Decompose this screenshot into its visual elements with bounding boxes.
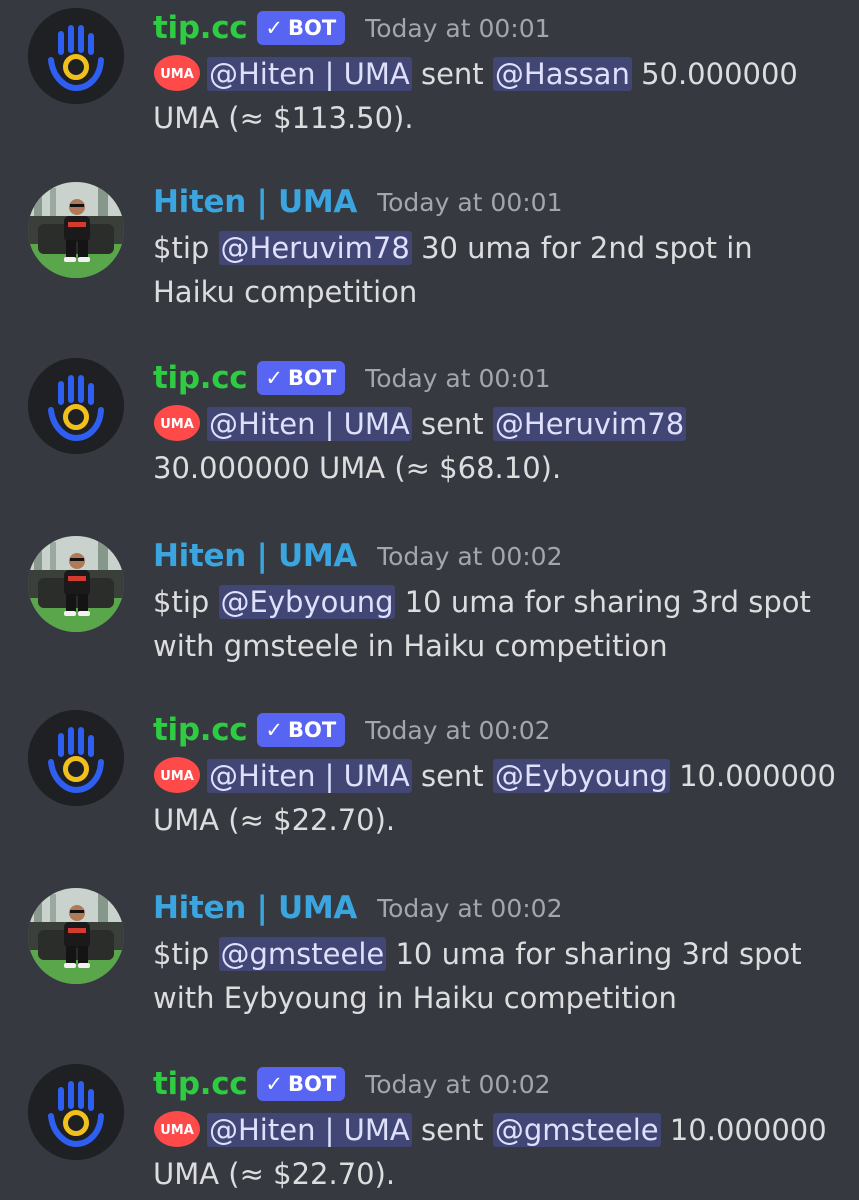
tip-amount: 10.000000 [679,759,836,793]
message-content: @Hiten | UMA sent @Heruvim78 30.000000 U… [153,402,843,490]
bot-tag: ✓ BOT [257,361,346,395]
user-mention[interactable]: @Eybyoung [218,585,396,619]
timestamp[interactable]: Today at 00:02 [377,894,562,923]
author-name[interactable]: tip.cc [153,10,248,46]
tipcc-hand-icon [28,1064,124,1160]
bot-tag-label: BOT [287,16,337,40]
verified-check-icon: ✓ [265,718,283,742]
verified-check-icon: ✓ [265,1072,283,1096]
author-name[interactable]: tip.cc [153,712,248,748]
user-photo [28,536,124,632]
message-content: @Hiten | UMA sent @gmsteele 10.000000 UM… [153,1108,843,1196]
user-photo [28,888,124,984]
tip-command: $tip [153,585,210,619]
message-header: Hiten | UMA Today at 00:02 [153,888,562,928]
user-mention[interactable]: @gmsteele [218,937,387,971]
recipient-mention[interactable]: @Hassan [492,57,632,91]
recipient-mention[interactable]: @Eybyoung [492,759,670,793]
tipcc-hand-icon [28,358,124,454]
uma-logo [153,54,201,92]
message-header: Hiten | UMA Today at 00:02 [153,536,562,576]
bot-tag: ✓ BOT [257,713,346,747]
bot-tag-label: BOT [287,366,337,390]
tip-amount-value: UMA (≈ $68.10). [319,451,562,485]
message-content: @Hiten | UMA sent @Eybyoung 10.000000 UM… [153,754,843,842]
timestamp[interactable]: Today at 00:01 [365,364,550,393]
author-name[interactable]: tip.cc [153,360,248,396]
tipcc-avatar[interactable] [28,8,124,104]
tip-amount: 30.000000 [153,451,310,485]
uma-logo [153,1110,201,1148]
message-content: @Hiten | UMA sent @Hassan 50.000000 UMA … [153,52,843,140]
tipcc-hand-icon [28,8,124,104]
sender-mention[interactable]: @Hiten | UMA [207,407,412,441]
user-photo [28,182,124,278]
user-mention[interactable]: @Heruvim78 [218,231,412,265]
timestamp[interactable]: Today at 00:01 [365,14,550,43]
timestamp[interactable]: Today at 00:02 [365,716,550,745]
sent-verb: sent [420,407,484,441]
author-name[interactable]: Hiten | UMA [153,538,357,574]
recipient-mention[interactable]: @gmsteele [492,1113,661,1147]
sent-verb: sent [420,57,484,91]
message-content: $tip @gmsteele 10 uma for sharing 3rd sp… [153,932,843,1020]
tipcc-avatar[interactable] [28,358,124,454]
uma-logo [153,756,201,794]
tip-amount: 50.000000 [641,57,798,91]
recipient-mention[interactable]: @Heruvim78 [492,407,687,441]
sender-mention[interactable]: @Hiten | UMA [207,1113,412,1147]
sent-verb: sent [420,759,484,793]
author-name[interactable]: Hiten | UMA [153,890,357,926]
uma-token-icon [153,404,201,442]
timestamp[interactable]: Today at 00:02 [377,542,562,571]
message-header: tip.cc ✓ BOT Today at 00:02 [153,1064,551,1104]
sender-mention[interactable]: @Hiten | UMA [207,759,412,793]
user-avatar[interactable] [28,536,124,632]
uma-token-icon [153,1110,201,1148]
uma-token-icon [153,756,201,794]
author-name[interactable]: tip.cc [153,1066,248,1102]
message-header: tip.cc ✓ BOT Today at 00:02 [153,710,551,750]
tip-amount-value: UMA (≈ $113.50). [153,101,414,135]
message-header: tip.cc ✓ BOT Today at 00:01 [153,358,551,398]
tip-command: $tip [153,937,210,971]
message-header: tip.cc ✓ BOT Today at 00:01 [153,8,551,48]
timestamp[interactable]: Today at 00:01 [377,188,562,217]
user-avatar[interactable] [28,182,124,278]
bot-tag-label: BOT [287,718,337,742]
tip-command: $tip [153,231,210,265]
bot-tag: ✓ BOT [257,11,346,45]
tip-amount: 10.000000 [669,1113,827,1147]
tip-amount-value: UMA (≈ $22.70). [153,1157,396,1191]
message-content: $tip @Eybyoung 10 uma for sharing 3rd sp… [153,580,843,668]
uma-logo [153,404,201,442]
bot-tag-label: BOT [287,1072,337,1096]
author-name[interactable]: Hiten | UMA [153,184,357,220]
uma-token-icon [153,54,201,92]
tipcc-avatar[interactable] [28,1064,124,1160]
tipcc-hand-icon [28,710,124,806]
user-avatar[interactable] [28,888,124,984]
sender-mention[interactable]: @Hiten | UMA [207,57,412,91]
verified-check-icon: ✓ [265,16,283,40]
tip-amount-value: UMA (≈ $22.70). [153,803,396,837]
bot-tag: ✓ BOT [257,1067,346,1101]
sent-verb: sent [420,1113,484,1147]
message-content: $tip @Heruvim78 30 uma for 2nd spot in H… [153,226,843,314]
timestamp[interactable]: Today at 00:02 [365,1070,550,1099]
verified-check-icon: ✓ [265,366,283,390]
tipcc-avatar[interactable] [28,710,124,806]
message-header: Hiten | UMA Today at 00:01 [153,182,562,222]
